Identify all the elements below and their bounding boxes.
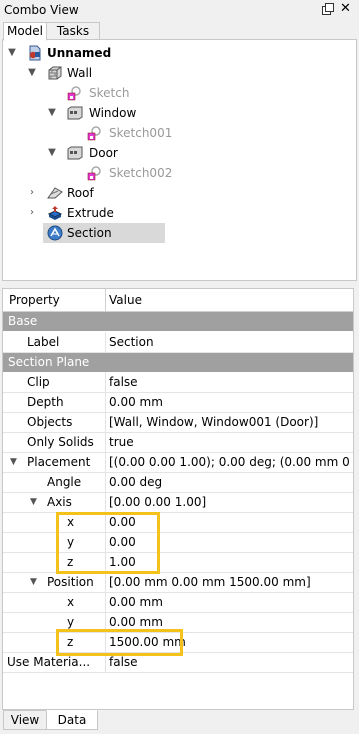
prop-value[interactable]: [0.00 mm 0.00 mm 1500.00 mm] xyxy=(109,572,351,592)
prop-row-pos-x[interactable]: x 0.00 mm xyxy=(3,592,353,613)
tree-item-label: Extrude xyxy=(67,206,114,220)
document-icon xyxy=(27,45,43,61)
model-tree: ▼ Unnamed ▼ Wall Sketch ▼ Window Sketch0… xyxy=(2,39,357,281)
tree-item-door[interactable]: ▼ Door xyxy=(3,143,353,163)
prop-name: Angle xyxy=(47,475,82,489)
prop-name: Clip xyxy=(27,375,50,389)
tree-item-label: Wall xyxy=(67,66,93,80)
expand-arrow-icon[interactable]: ▼ xyxy=(27,63,37,83)
tab-data[interactable]: Data xyxy=(46,710,98,730)
prop-name: Position xyxy=(47,575,94,589)
prop-row-clip[interactable]: Clip false xyxy=(3,372,353,393)
prop-row-only-solids[interactable]: Only Solids true xyxy=(3,432,353,453)
pos-z-highlight xyxy=(56,629,183,656)
close-panel-icon[interactable]: ✕ xyxy=(340,1,351,16)
property-column-header[interactable]: Property xyxy=(9,289,60,311)
sketch-icon xyxy=(87,165,103,181)
property-editor: Property Value Base Label Section Sectio… xyxy=(2,288,354,710)
group-base[interactable]: Base xyxy=(3,312,353,331)
tab-view[interactable]: View xyxy=(3,710,47,730)
expand-arrow-icon[interactable]: ▼ xyxy=(47,103,57,123)
group-section-plane[interactable]: Section Plane xyxy=(3,353,353,372)
window-icon xyxy=(67,145,83,161)
tree-item-section[interactable]: Section xyxy=(3,223,353,243)
tree-item-label: Sketch001 xyxy=(109,126,173,140)
group-label: Base xyxy=(8,314,38,328)
panel-title: Combo View xyxy=(4,3,79,17)
extrude-icon xyxy=(47,205,63,221)
tree-item-label: Roof xyxy=(67,186,94,200)
prop-name: Label xyxy=(27,335,60,349)
property-header: Property Value xyxy=(3,289,353,312)
prop-row-angle[interactable]: Angle 0.00 deg xyxy=(3,472,353,493)
prop-value[interactable]: [(0.00 0.00 1.00); 0.00 deg; (0.00 mm 0.… xyxy=(109,452,351,472)
tree-item-label: Sketch002 xyxy=(109,166,173,180)
prop-row-placement[interactable]: ▼ Placement [(0.00 0.00 1.00); 0.00 deg;… xyxy=(3,452,353,473)
combo-view-titlebar: Combo View ✕ xyxy=(0,0,359,20)
group-label: Section Plane xyxy=(8,355,90,369)
tree-item-sketch[interactable]: Sketch xyxy=(3,83,353,103)
tree-item-label: Door xyxy=(89,146,118,160)
prop-value[interactable]: [Wall, Window, Window001 (Door)] xyxy=(109,412,351,432)
model-tasks-tabbar: Model Tasks xyxy=(0,21,359,41)
prop-value[interactable]: 0.00 deg xyxy=(109,472,351,492)
tree-item-unnamed[interactable]: ▼ Unnamed xyxy=(3,43,353,63)
prop-value[interactable]: 0.00 mm xyxy=(109,592,351,612)
prop-value[interactable]: 0.00 mm xyxy=(109,392,351,412)
tree-item-label: Unnamed xyxy=(47,46,112,60)
prop-row-axis[interactable]: ▼ Axis [0.00 0.00 1.00] xyxy=(3,492,353,513)
expand-arrow-icon[interactable]: ▼ xyxy=(30,492,37,512)
prop-name: Depth xyxy=(27,395,64,409)
prop-name: Placement xyxy=(27,455,91,469)
sketch-icon xyxy=(87,125,103,141)
tree-item-extrude[interactable]: › Extrude xyxy=(3,203,353,223)
prop-row-label[interactable]: Label Section xyxy=(3,332,353,353)
expand-arrow-icon[interactable]: ▼ xyxy=(30,572,37,592)
axis-xyz-highlight xyxy=(56,512,160,574)
prop-value[interactable]: [0.00 0.00 1.00] xyxy=(109,492,351,512)
tree-item-sketch001[interactable]: Sketch001 xyxy=(3,123,353,143)
expand-arrow-icon[interactable]: ▼ xyxy=(10,452,17,472)
tree-item-roof[interactable]: › Roof xyxy=(3,183,353,203)
section-icon xyxy=(47,225,63,241)
tree-item-label: Section xyxy=(67,226,112,240)
prop-value[interactable]: true xyxy=(109,432,351,452)
tree-item-window[interactable]: ▼ Window xyxy=(3,103,353,123)
collapse-arrow-icon[interactable]: › xyxy=(27,183,37,203)
roof-icon xyxy=(47,185,63,201)
sketch-icon xyxy=(67,85,83,101)
prop-row-objects[interactable]: Objects [Wall, Window, Window001 (Door)] xyxy=(3,412,353,433)
tree-item-wall[interactable]: ▼ Wall xyxy=(3,63,353,83)
prop-value[interactable]: false xyxy=(109,372,351,392)
view-data-tabbar: View Data xyxy=(0,710,359,732)
tree-item-label: Sketch xyxy=(89,86,130,100)
collapse-arrow-icon[interactable]: › xyxy=(27,203,37,223)
window-icon xyxy=(67,105,83,121)
value-column-header[interactable]: Value xyxy=(109,289,142,311)
prop-name: x xyxy=(67,595,75,609)
expand-arrow-icon[interactable]: ▼ xyxy=(47,143,57,163)
expand-arrow-icon[interactable]: ▼ xyxy=(7,43,17,63)
prop-name: Only Solids xyxy=(27,435,94,449)
prop-value[interactable]: Section xyxy=(109,332,351,352)
prop-name: Objects xyxy=(27,415,73,429)
wall-icon xyxy=(47,65,63,81)
tree-item-sketch002[interactable]: Sketch002 xyxy=(3,163,353,183)
tree-item-label: Window xyxy=(89,106,137,120)
prop-name: Axis xyxy=(47,495,72,509)
float-panel-icon[interactable] xyxy=(321,2,335,16)
prop-row-position[interactable]: ▼ Position [0.00 mm 0.00 mm 1500.00 mm] xyxy=(3,572,353,593)
tab-model[interactable]: Model xyxy=(3,22,47,41)
prop-row-depth[interactable]: Depth 0.00 mm xyxy=(3,392,353,413)
